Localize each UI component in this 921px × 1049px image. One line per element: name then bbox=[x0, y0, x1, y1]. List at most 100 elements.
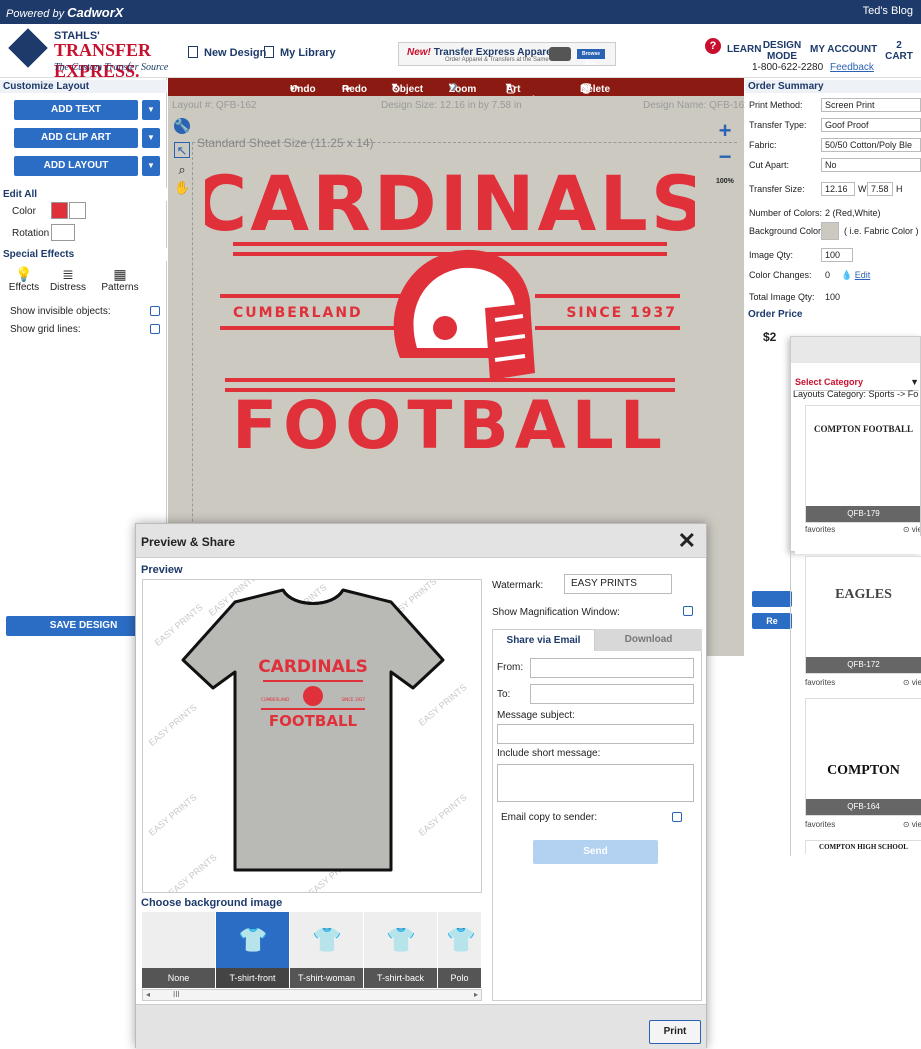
favorites-link[interactable]: favorites bbox=[805, 525, 835, 534]
add-text-button[interactable]: ADD TEXT bbox=[14, 100, 138, 120]
patterns-button[interactable]: ▦ Patterns bbox=[92, 266, 148, 293]
preview-share-dialog: Preview & Share ✕ Preview EASY PRINTS EA… bbox=[135, 523, 707, 1049]
favorites-row: favorites ⊙ vie bbox=[805, 820, 921, 829]
favorites-link[interactable]: favorites bbox=[805, 678, 835, 687]
hidden-right-button[interactable] bbox=[752, 591, 792, 607]
art-board-menu[interactable]: ▢ Art Board ▾ bbox=[506, 81, 535, 106]
height-input[interactable]: 7.58 bbox=[867, 182, 893, 196]
rotation-input[interactable] bbox=[51, 224, 75, 241]
add-layout-button[interactable]: ADD LAYOUT bbox=[14, 156, 138, 176]
object-menu[interactable]: ⊙ Object ▾ bbox=[392, 81, 423, 95]
add-clip-art-button[interactable]: ADD CLIP ART bbox=[14, 128, 138, 148]
color-swatch-white[interactable] bbox=[69, 202, 86, 219]
layout-card[interactable]: EAGLES QFB-172 bbox=[805, 556, 921, 674]
cadworx-logo: CadworX bbox=[67, 5, 124, 20]
background-color-swatch[interactable] bbox=[821, 222, 839, 240]
bg-thumb-tshirt-front[interactable]: 👕 T-shirt-front bbox=[216, 912, 290, 988]
message-field[interactable] bbox=[497, 764, 694, 802]
watermark-label: Watermark: bbox=[492, 580, 544, 591]
layout-thumb-art: EAGLES bbox=[835, 587, 892, 602]
send-button[interactable]: Send bbox=[533, 840, 658, 864]
favorites-link[interactable]: favorites bbox=[805, 820, 835, 829]
document-icon bbox=[264, 46, 274, 58]
transfer-type-select[interactable]: Goof Proof bbox=[821, 118, 921, 132]
add-layout-dropdown[interactable]: ▼ bbox=[142, 156, 160, 176]
order-price-value: $2 bbox=[763, 330, 777, 344]
bg-thumb-tshirt-woman[interactable]: 👕 T-shirt-woman bbox=[290, 912, 364, 988]
tshirt-icon: 👕 bbox=[312, 927, 342, 954]
logo-diamond-icon bbox=[8, 28, 48, 68]
show-invisible-checkbox[interactable] bbox=[150, 306, 160, 316]
tab-download[interactable]: Download bbox=[595, 629, 702, 651]
design-artwork[interactable]: CARDINALS CUMBERLAND SINCE 1937 FOOTBALL bbox=[205, 158, 695, 458]
art-line bbox=[233, 242, 667, 246]
bg-thumb-none[interactable]: None bbox=[142, 912, 216, 988]
art-cardinals-text: CARDINALS bbox=[205, 159, 695, 248]
print-method-select[interactable]: Screen Print bbox=[821, 98, 921, 112]
thumbs-scrollbar[interactable]: ◂ III ▸ bbox=[142, 989, 482, 1001]
cart-link[interactable]: 2 CART bbox=[884, 40, 914, 62]
art-cumberland-text: CUMBERLAND bbox=[233, 305, 363, 321]
hand-tool-icon[interactable]: ✋ bbox=[174, 180, 190, 196]
bg-thumb-tshirt-back[interactable]: 👕 T-shirt-back bbox=[364, 912, 438, 988]
user-blog-link[interactable]: Ted's Blog bbox=[863, 5, 913, 17]
subject-field[interactable] bbox=[497, 724, 694, 744]
zoom-tool-icon[interactable]: ⌕ bbox=[174, 162, 190, 178]
order-price-heading: Order Price bbox=[745, 308, 921, 321]
art-line bbox=[535, 326, 680, 330]
edit-all-heading: Edit All bbox=[0, 188, 167, 201]
view-link[interactable]: ⊙ vie bbox=[903, 820, 921, 829]
tshirt-icon: 👕 bbox=[386, 927, 416, 954]
special-effects-heading: Special Effects bbox=[0, 248, 167, 261]
width-input[interactable]: 12.16 bbox=[821, 182, 855, 196]
view-link[interactable]: ⊙ vie bbox=[903, 678, 921, 687]
layout-code: QFB-164 bbox=[806, 799, 921, 815]
learn-link[interactable]: LEARN bbox=[727, 44, 761, 55]
magnification-checkbox[interactable] bbox=[683, 606, 693, 616]
layout-card[interactable]: COMPTON QFB-164 bbox=[805, 698, 921, 816]
show-grid-checkbox[interactable] bbox=[150, 324, 160, 334]
edit-color-changes-link[interactable]: 💧 Edit bbox=[841, 270, 870, 281]
cut-apart-select[interactable]: No bbox=[821, 158, 921, 172]
email-copy-checkbox[interactable] bbox=[672, 812, 682, 822]
image-qty-input[interactable]: 100 bbox=[821, 248, 853, 262]
apparel-banner[interactable]: New! Transfer Express Apparel Order Appa… bbox=[398, 42, 616, 67]
new-design-link[interactable]: New Design bbox=[188, 46, 266, 59]
color-swatch-red[interactable] bbox=[51, 202, 68, 219]
stahls-logo[interactable]: STAHLS' TRANSFER EXPRESS. The Custom Tra… bbox=[8, 28, 176, 81]
print-button[interactable]: Print bbox=[649, 1020, 701, 1044]
layouts-panel: Select Category ▼ Layouts Category: Sport… bbox=[790, 336, 921, 552]
bg-thumb-polo[interactable]: 👕 Polo bbox=[438, 912, 482, 988]
helmet-icon bbox=[393, 249, 535, 380]
add-text-dropdown[interactable]: ▼ bbox=[142, 100, 160, 120]
fabric-select[interactable]: 50/50 Cotton/Poly Ble bbox=[821, 138, 921, 152]
from-field[interactable] bbox=[530, 658, 694, 678]
distress-button[interactable]: ≣ Distress bbox=[48, 266, 88, 293]
wrench-icon[interactable]: 🔧 bbox=[174, 118, 190, 134]
zoom-in-icon[interactable]: + bbox=[713, 120, 737, 144]
watermark-input[interactable]: EASY PRINTS bbox=[564, 574, 672, 594]
feedback-link[interactable]: Feedback bbox=[830, 62, 874, 73]
view-link[interactable]: ⊙ vie bbox=[903, 525, 920, 534]
design-mode-link[interactable]: DESIGN MODE bbox=[762, 40, 802, 62]
add-clip-art-dropdown[interactable]: ▼ bbox=[142, 128, 160, 148]
zoom-out-icon[interactable]: − bbox=[713, 146, 737, 170]
patterns-icon: ▦ bbox=[113, 266, 127, 282]
help-icon[interactable]: ? bbox=[705, 38, 721, 54]
favorites-row: favorites ⊙ vie bbox=[805, 525, 920, 534]
select-arrow-icon[interactable]: ↖ bbox=[174, 142, 190, 158]
browse-now-button[interactable]: Browse Now bbox=[577, 49, 605, 67]
zoom-menu[interactable]: 🔍 Zoom ▾ bbox=[449, 81, 476, 95]
layout-card[interactable]: COMPTON HIGH SCHOOL bbox=[805, 840, 921, 854]
to-field[interactable] bbox=[530, 684, 694, 704]
tab-share-email[interactable]: Share via Email bbox=[492, 629, 595, 651]
layout-thumb-art: COMPTON bbox=[827, 763, 900, 778]
my-library-link[interactable]: My Library bbox=[264, 46, 336, 59]
effects-button[interactable]: 💡 Effects bbox=[4, 266, 44, 293]
hidden-right-button-2[interactable]: Re bbox=[752, 613, 792, 629]
shirt-football-text: FOOTBALL bbox=[269, 712, 358, 730]
my-account-link[interactable]: MY ACCOUNT bbox=[810, 44, 877, 55]
layout-card[interactable]: COMPTON FOOTBALL QFB-179 bbox=[805, 405, 920, 523]
close-icon[interactable]: ✕ bbox=[678, 528, 696, 554]
magnification-label: Show Magnification Window: bbox=[492, 607, 620, 618]
